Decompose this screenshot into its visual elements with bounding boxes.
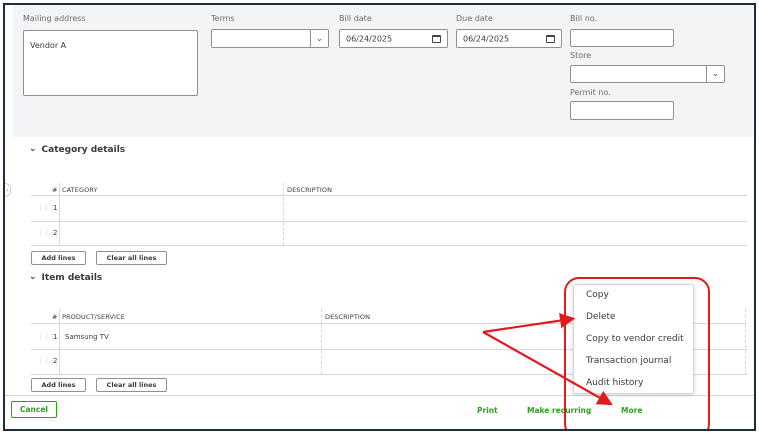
annotation-overlay: [482, 277, 710, 429]
annotation-arrow: [482, 312, 576, 334]
bill-form: Mailing address Vendor A Terms ⌄ Bill da…: [3, 3, 756, 431]
annotation-highlight-box: [564, 277, 710, 429]
annotation-arrow: [482, 331, 613, 406]
